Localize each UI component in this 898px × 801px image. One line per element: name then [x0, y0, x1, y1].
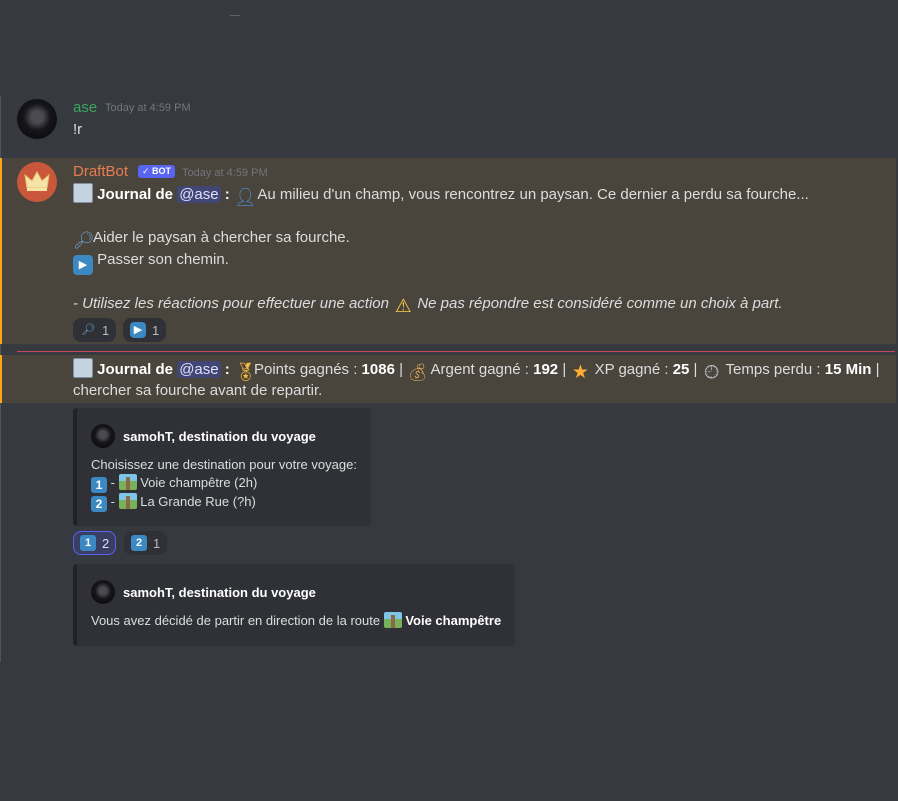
star-icon: ★: [571, 362, 589, 383]
reaction-keycap-1[interactable]: 12: [73, 531, 117, 555]
destination-item-2: 2 - La Grande Rue (?h): [91, 493, 357, 512]
result-message: Journal de @ase : 🏅︎Points gagnés : 1086…: [0, 357, 898, 403]
reaction-keycap-2[interactable]: 21: [124, 531, 168, 555]
result-line-2: chercher sa fourche avant de repartir.: [73, 382, 323, 399]
embed-author-name[interactable]: samohT, destination du voyage: [123, 585, 316, 600]
medal-icon: 🏅︎: [233, 362, 257, 382]
decision-text: Vous avez décidé de partir en direction …: [91, 613, 381, 628]
bot-option-1: 🔎︎Aider le paysan à chercher sa fourche.: [73, 227, 350, 251]
railway-track-icon: [118, 493, 137, 509]
decision-embed: samohT, destination du voyage Vous avez …: [73, 564, 515, 646]
railway-track-icon: [383, 612, 402, 628]
item-label: La Grande Rue (?h): [140, 494, 256, 509]
keycap-1-icon: 1: [91, 477, 107, 493]
reaction-count: 1: [152, 322, 160, 338]
reaction-count: 1: [102, 322, 110, 338]
journal-prefix: Journal de: [97, 186, 174, 203]
note-part-2: Ne pas répondre est considéré comme un c…: [417, 295, 783, 312]
play-icon: ▶: [130, 322, 146, 338]
item-dash: -: [110, 494, 115, 509]
reaction-count: 1: [153, 535, 161, 551]
time-value: 15 Min: [824, 361, 872, 378]
bot-tag: ✓ BOT: [138, 165, 176, 178]
option-1-text: Aider le paysan à chercher sa fourche.: [93, 229, 350, 246]
journal-prefix: Journal de: [97, 361, 174, 378]
embed-author-name[interactable]: samohT, destination du voyage: [123, 429, 316, 444]
bot-option-2: ▶ Passer son chemin.: [73, 249, 229, 275]
points-label: Points gagnés :: [253, 361, 358, 378]
event-text: Au milieu d'un champ, vous rencontrez un…: [257, 186, 809, 203]
new-messages-divider: [17, 351, 895, 352]
bot-username[interactable]: DraftBot: [73, 163, 128, 180]
money-bag-icon: 💰︎: [407, 363, 429, 382]
journal-colon: :: [224, 361, 230, 378]
xp-value: 25: [672, 361, 690, 378]
xp-label: XP gagné :: [594, 361, 669, 378]
decision-route: Voie champêtre: [405, 613, 502, 628]
option-2-text: Passer son chemin.: [97, 251, 229, 268]
time-label: Temps perdu :: [725, 361, 821, 378]
warning-icon: ⚠: [394, 296, 412, 317]
reaction-play[interactable]: ▶ 1: [123, 318, 167, 342]
note-part-1: - Utilisez les réactions pour effectuer …: [73, 295, 389, 312]
separator: |: [693, 361, 698, 378]
keycap-2-icon: 2: [91, 496, 107, 512]
embed-author-avatar: [91, 580, 115, 604]
user-message: ase Today at 4:59 PM !r: [0, 96, 898, 146]
embed-description: Choisissez une destination pour votre vo…: [91, 456, 357, 512]
embed-desc-line: Choisissez une destination pour votre vo…: [91, 457, 357, 472]
journal-colon: :: [224, 186, 230, 203]
newspaper-icon: [73, 358, 93, 378]
embed-description: Vous avez décidé de partir en direction …: [91, 612, 501, 630]
keycap-1-icon: 1: [80, 535, 96, 551]
destination-embed: samohT, destination du voyage Choisissez…: [73, 408, 371, 526]
destination-item-1: 1 - Voie champêtre (2h): [91, 474, 357, 493]
separator: |: [562, 361, 567, 378]
user-timestamp: Today at 4:59 PM: [105, 102, 191, 114]
newspaper-icon: [73, 183, 93, 203]
bot-line-1: Journal de @ase : 👤︎ Au milieu d'un cham…: [73, 183, 809, 207]
mention-ase[interactable]: @ase: [177, 186, 221, 203]
bot-avatar[interactable]: [17, 162, 57, 202]
embed-author-avatar: [91, 424, 115, 448]
search-icon: 🔎︎: [73, 231, 95, 250]
embed-author: samohT, destination du voyage: [91, 424, 316, 448]
embed-author: samohT, destination du voyage: [91, 580, 316, 604]
money-value: 192: [533, 361, 559, 378]
reaction-count: 2: [102, 535, 110, 551]
top-mark: —: [230, 10, 240, 21]
user-avatar[interactable]: [17, 99, 57, 139]
person-icon: 👤︎: [233, 187, 257, 207]
item-dash: -: [110, 475, 115, 490]
play-icon: ▶: [73, 255, 93, 275]
bot-message: DraftBot ✓ BOT Today at 4:59 PM Journal …: [0, 160, 898, 344]
mention-ase[interactable]: @ase: [177, 361, 221, 378]
item-label: Voie champêtre (2h): [140, 475, 258, 490]
separator: |: [399, 361, 403, 378]
crown-icon: [24, 170, 50, 191]
money-label: Argent gagné :: [430, 361, 529, 378]
points-value: 1086: [361, 361, 395, 378]
clock-icon: 🕘︎: [704, 362, 719, 382]
bot-timestamp: Today at 4:59 PM: [182, 167, 268, 179]
keycap-2-icon: 2: [131, 535, 147, 551]
bot-note: - Utilisez les réactions pour effectuer …: [73, 293, 783, 317]
search-icon: 🔎︎: [81, 324, 95, 336]
user-username[interactable]: ase: [73, 99, 97, 116]
user-message-content: !r: [73, 121, 83, 138]
separator: |: [875, 361, 880, 378]
railway-track-icon: [118, 474, 137, 490]
reaction-search[interactable]: 🔎︎ 1: [73, 318, 117, 342]
